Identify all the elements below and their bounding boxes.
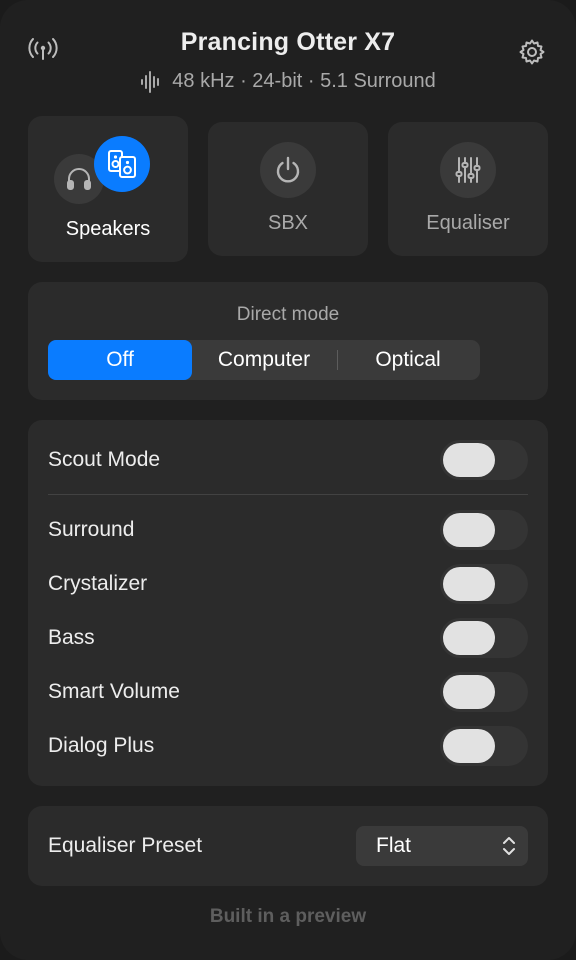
toggle-knob bbox=[443, 513, 495, 547]
mode-card-equaliser[interactable]: Equaliser bbox=[388, 122, 548, 256]
toggle-knob bbox=[443, 567, 495, 601]
mode-label-speakers: Speakers bbox=[65, 218, 151, 240]
equaliser-preset-select[interactable]: Flat bbox=[356, 826, 528, 866]
toggle-knob bbox=[443, 675, 495, 709]
equaliser-preset-value: Flat bbox=[376, 834, 412, 857]
chevron-up-down-icon bbox=[502, 836, 516, 862]
mode-card-sbx[interactable]: SBX bbox=[208, 122, 368, 256]
equaliser-preset-card: Equaliser Preset Flat bbox=[28, 806, 548, 886]
waveform-icon bbox=[140, 70, 162, 93]
toggle-label-dialog-plus: Dialog Plus bbox=[48, 734, 155, 757]
gear-icon[interactable] bbox=[516, 36, 548, 68]
segment-computer[interactable]: Computer bbox=[192, 340, 336, 380]
power-icon bbox=[260, 142, 316, 198]
toggle-surround[interactable] bbox=[440, 510, 528, 550]
toggle-dialog-plus[interactable] bbox=[440, 726, 528, 766]
toggle-knob bbox=[443, 621, 495, 655]
segment-divider bbox=[337, 350, 338, 370]
audio-control-panel: Prancing Otter X7 48 kHz · 24-bit · 5.1 … bbox=[0, 0, 576, 960]
equaliser-preset-label: Equaliser Preset bbox=[48, 834, 203, 857]
audio-format-line: 48 kHz · 24-bit · 5.1 Surround bbox=[0, 70, 576, 93]
mode-card-speakers[interactable]: Speakers bbox=[28, 116, 188, 262]
segment-optical[interactable]: Optical bbox=[336, 340, 480, 380]
toggle-knob bbox=[443, 729, 495, 763]
toggle-scout-mode[interactable] bbox=[440, 440, 528, 480]
toggle-label-smart-volume: Smart Volume bbox=[48, 680, 180, 703]
footer-note: Built in a preview bbox=[209, 906, 367, 927]
toggle-knob bbox=[443, 443, 495, 477]
direct-mode-card: Direct mode Off Computer Optical bbox=[28, 282, 548, 400]
toggle-smart-volume[interactable] bbox=[440, 672, 528, 712]
direct-mode-label: Direct mode bbox=[236, 304, 340, 325]
toggle-crystalizer[interactable] bbox=[440, 564, 528, 604]
toggles-card: Scout Mode Surround Crystalizer Bass Sma… bbox=[28, 420, 548, 786]
toggle-label-bass: Bass bbox=[48, 626, 95, 649]
audio-format-text: 48 kHz · 24-bit · 5.1 Surround bbox=[172, 70, 436, 92]
toggle-label-scout-mode: Scout Mode bbox=[48, 448, 161, 471]
mode-label-equaliser: Equaliser bbox=[426, 212, 510, 234]
toggle-label-crystalizer: Crystalizer bbox=[48, 572, 148, 595]
divider bbox=[48, 494, 528, 495]
segment-off[interactable]: Off bbox=[48, 340, 192, 380]
toggle-label-surround: Surround bbox=[48, 518, 135, 541]
mode-label-sbx: SBX bbox=[267, 212, 309, 234]
direct-mode-segmented-control: Off Computer Optical bbox=[48, 340, 480, 380]
toggle-bass[interactable] bbox=[440, 618, 528, 658]
speakers-icon bbox=[94, 136, 150, 192]
device-title: Prancing Otter X7 bbox=[180, 28, 396, 56]
sliders-icon bbox=[440, 142, 496, 198]
